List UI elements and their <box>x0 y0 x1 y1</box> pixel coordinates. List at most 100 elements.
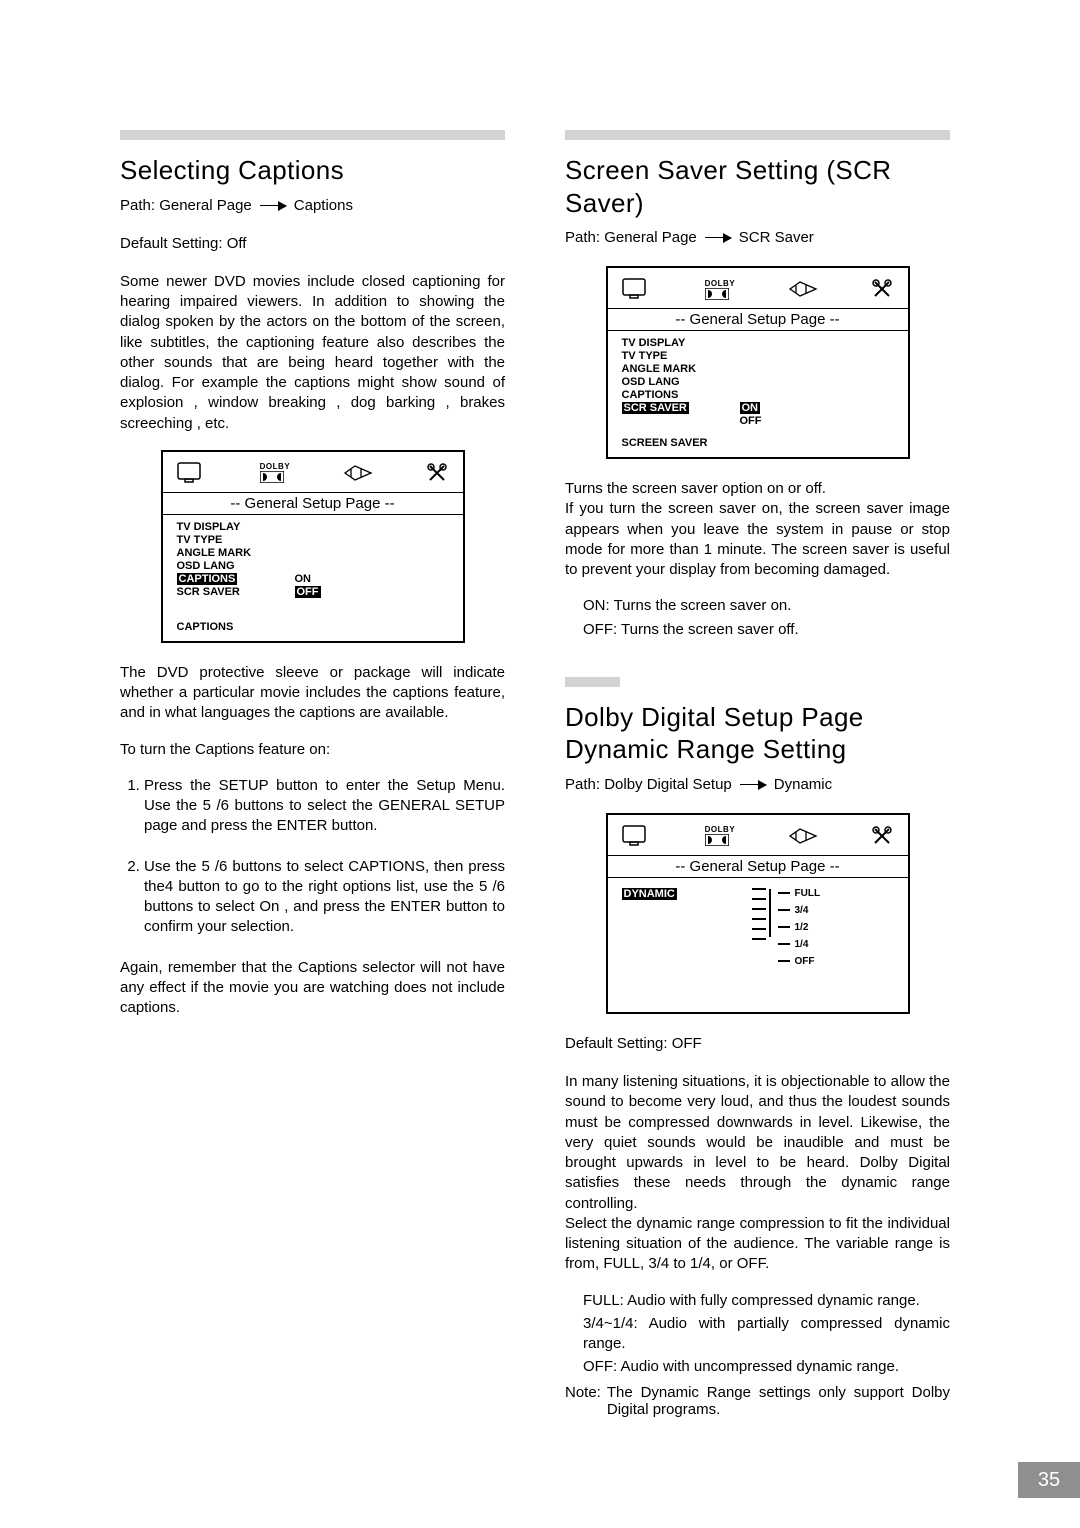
osd-menu: TV DISPLAY TV TYPE ANGLE MARK OSD LANG C… <box>177 521 295 613</box>
osd-captions: DOLBY -- General Setup Page -- TV DISPLA… <box>161 450 465 643</box>
osd-dynamic: DOLBY -- General Setup Page -- DYNAMIC <box>606 813 910 1014</box>
dolby-p2: Select the dynamic range compression to … <box>565 1214 950 1275</box>
path-suffix: Dynamic <box>774 776 832 793</box>
menu-item: OSD LANG <box>622 376 740 388</box>
menu-item-selected: DYNAMIC <box>622 888 677 900</box>
tv-icon <box>622 278 652 300</box>
speaker-icon <box>343 463 373 483</box>
dolby-p1: In many listening situations, it is obje… <box>565 1072 950 1214</box>
osd-icon-row: DOLBY <box>608 815 908 855</box>
step-2: Use the 5 /6 buttons to select CAPTIONS,… <box>144 857 505 938</box>
option-off: OFF <box>740 415 762 427</box>
speaker-icon <box>788 826 818 846</box>
menu-item: SCR SAVER <box>177 586 295 598</box>
tools-icon <box>871 825 893 847</box>
page-number: 35 <box>1018 1462 1080 1498</box>
dolby-icon: DOLBY <box>705 825 736 846</box>
osd-scrsaver: DOLBY -- General Setup Page -- TV DISPLA… <box>606 266 910 459</box>
menu-item: TV DISPLAY <box>177 521 295 533</box>
after-osd: The DVD protective sleeve or package wil… <box>120 663 505 724</box>
closing-paragraph: Again, remember that the Captions select… <box>120 958 505 1019</box>
tools-icon <box>871 278 893 300</box>
osd-icon-row: DOLBY <box>608 268 908 308</box>
scr-p2: If you turn the screen saver on, the scr… <box>565 499 950 580</box>
scale-34: 3/4 <box>795 905 809 916</box>
path-prefix: Path: General Page <box>565 229 697 246</box>
dolby-full: FULL: Audio with fully compressed dynami… <box>583 1291 950 1311</box>
menu-item-selected: CAPTIONS <box>177 573 238 585</box>
scr-p1: Turns the screen saver option on or off. <box>565 479 950 499</box>
menu-item: ANGLE MARK <box>177 547 295 559</box>
path-scrsaver: Path: General Page SCR Saver <box>565 229 950 246</box>
dolby-sub: FULL: Audio with fully compressed dynami… <box>565 1291 950 1378</box>
osd-icon-row: DOLBY <box>163 452 463 492</box>
option-on: ON <box>295 573 312 585</box>
left-column: Selecting Captions Path: General Page Ca… <box>120 130 505 1034</box>
heading-captions: Selecting Captions <box>120 154 505 187</box>
scr-sub: ON: Turns the screen saver on. OFF: Turn… <box>565 596 950 640</box>
option-off-selected: OFF <box>295 586 321 598</box>
path-captions: Path: General Page Captions <box>120 197 505 214</box>
scr-off: OFF: Turns the screen saver off. <box>583 620 950 640</box>
heading-dolby: Dolby Digital Setup Page Dynamic Range S… <box>565 701 950 766</box>
arrow-icon <box>260 205 286 206</box>
step-1: Press the SETUP button to enter the Setu… <box>144 776 505 837</box>
menu-item: TV DISPLAY <box>622 337 740 349</box>
menu-item: TV TYPE <box>177 534 295 546</box>
default-setting: Default Setting: Off <box>120 234 505 254</box>
osd-title: -- General Setup Page -- <box>608 308 908 331</box>
menu-item: OSD LANG <box>177 560 295 572</box>
section-rule <box>120 130 505 140</box>
note-label: Note: <box>565 1384 601 1418</box>
dolby-mid: 3/4~1/4: Audio with partially compressed… <box>583 1314 950 1355</box>
path-suffix: SCR Saver <box>739 229 814 246</box>
speaker-icon <box>788 279 818 299</box>
osd-body: TV DISPLAY TV TYPE ANGLE MARK OSD LANG C… <box>608 331 908 431</box>
menu-item: ANGLE MARK <box>622 363 740 375</box>
scale-12: 1/2 <box>795 922 809 933</box>
arrow-icon <box>740 784 766 785</box>
section-rule <box>565 130 950 140</box>
option-on-selected: ON <box>740 402 761 414</box>
osd-footer: SCREEN SAVER <box>608 431 908 457</box>
heading-scrsaver: Screen Saver Setting (SCR Saver) <box>565 154 950 219</box>
steps-list: Press the SETUP button to enter the Setu… <box>120 776 505 938</box>
tools-icon <box>426 462 448 484</box>
tv-icon <box>177 462 207 484</box>
dynamic-scale: FULL 3/4 1/2 1/4 OFF <box>752 888 898 998</box>
scale-labels: FULL 3/4 1/2 1/4 OFF <box>778 888 821 967</box>
scale-off: OFF <box>795 956 815 967</box>
scale-full: FULL <box>795 888 821 899</box>
dolby-note: Note: The Dynamic Range settings only su… <box>565 1384 950 1418</box>
osd-menu: DYNAMIC <box>622 888 752 998</box>
osd-menu: TV DISPLAY TV TYPE ANGLE MARK OSD LANG C… <box>622 337 740 429</box>
path-dolby: Path: Dolby Digital Setup Dynamic <box>565 776 950 793</box>
right-column: Screen Saver Setting (SCR Saver) Path: G… <box>565 130 950 1418</box>
tv-icon <box>622 825 652 847</box>
menu-item-selected: SCR SAVER <box>622 402 689 414</box>
osd-body: DYNAMIC FULL 3/4 1/2 1/4 OFF <box>608 878 908 1012</box>
to-turn-on: To turn the Captions feature on: <box>120 740 505 760</box>
scr-on: ON: Turns the screen saver on. <box>583 596 950 616</box>
osd-options: ON OFF <box>295 521 453 613</box>
note-body: The Dynamic Range settings only support … <box>607 1384 950 1418</box>
menu-item: CAPTIONS <box>622 389 740 401</box>
arrow-icon <box>705 237 731 238</box>
menu-item: TV TYPE <box>622 350 740 362</box>
osd-body: TV DISPLAY TV TYPE ANGLE MARK OSD LANG C… <box>163 515 463 615</box>
dolby-default: Default Setting: OFF <box>565 1034 950 1054</box>
section-rule-short <box>565 677 620 687</box>
osd-title: -- General Setup Page -- <box>163 492 463 515</box>
intro-paragraph: Some newer DVD movies include closed cap… <box>120 272 505 434</box>
dolby-icon: DOLBY <box>260 462 291 483</box>
osd-options: ON OFF <box>740 337 898 429</box>
osd-title: -- General Setup Page -- <box>608 855 908 878</box>
scale-ticks-left <box>752 888 766 940</box>
scale-14: 1/4 <box>795 939 809 950</box>
path-prefix: Path: General Page <box>120 197 252 214</box>
dolby-off: OFF: Audio with uncompressed dynamic ran… <box>583 1357 950 1377</box>
osd-footer: CAPTIONS <box>163 615 463 641</box>
path-suffix: Captions <box>294 197 353 214</box>
path-prefix: Path: Dolby Digital Setup <box>565 776 732 793</box>
dolby-icon: DOLBY <box>705 279 736 300</box>
